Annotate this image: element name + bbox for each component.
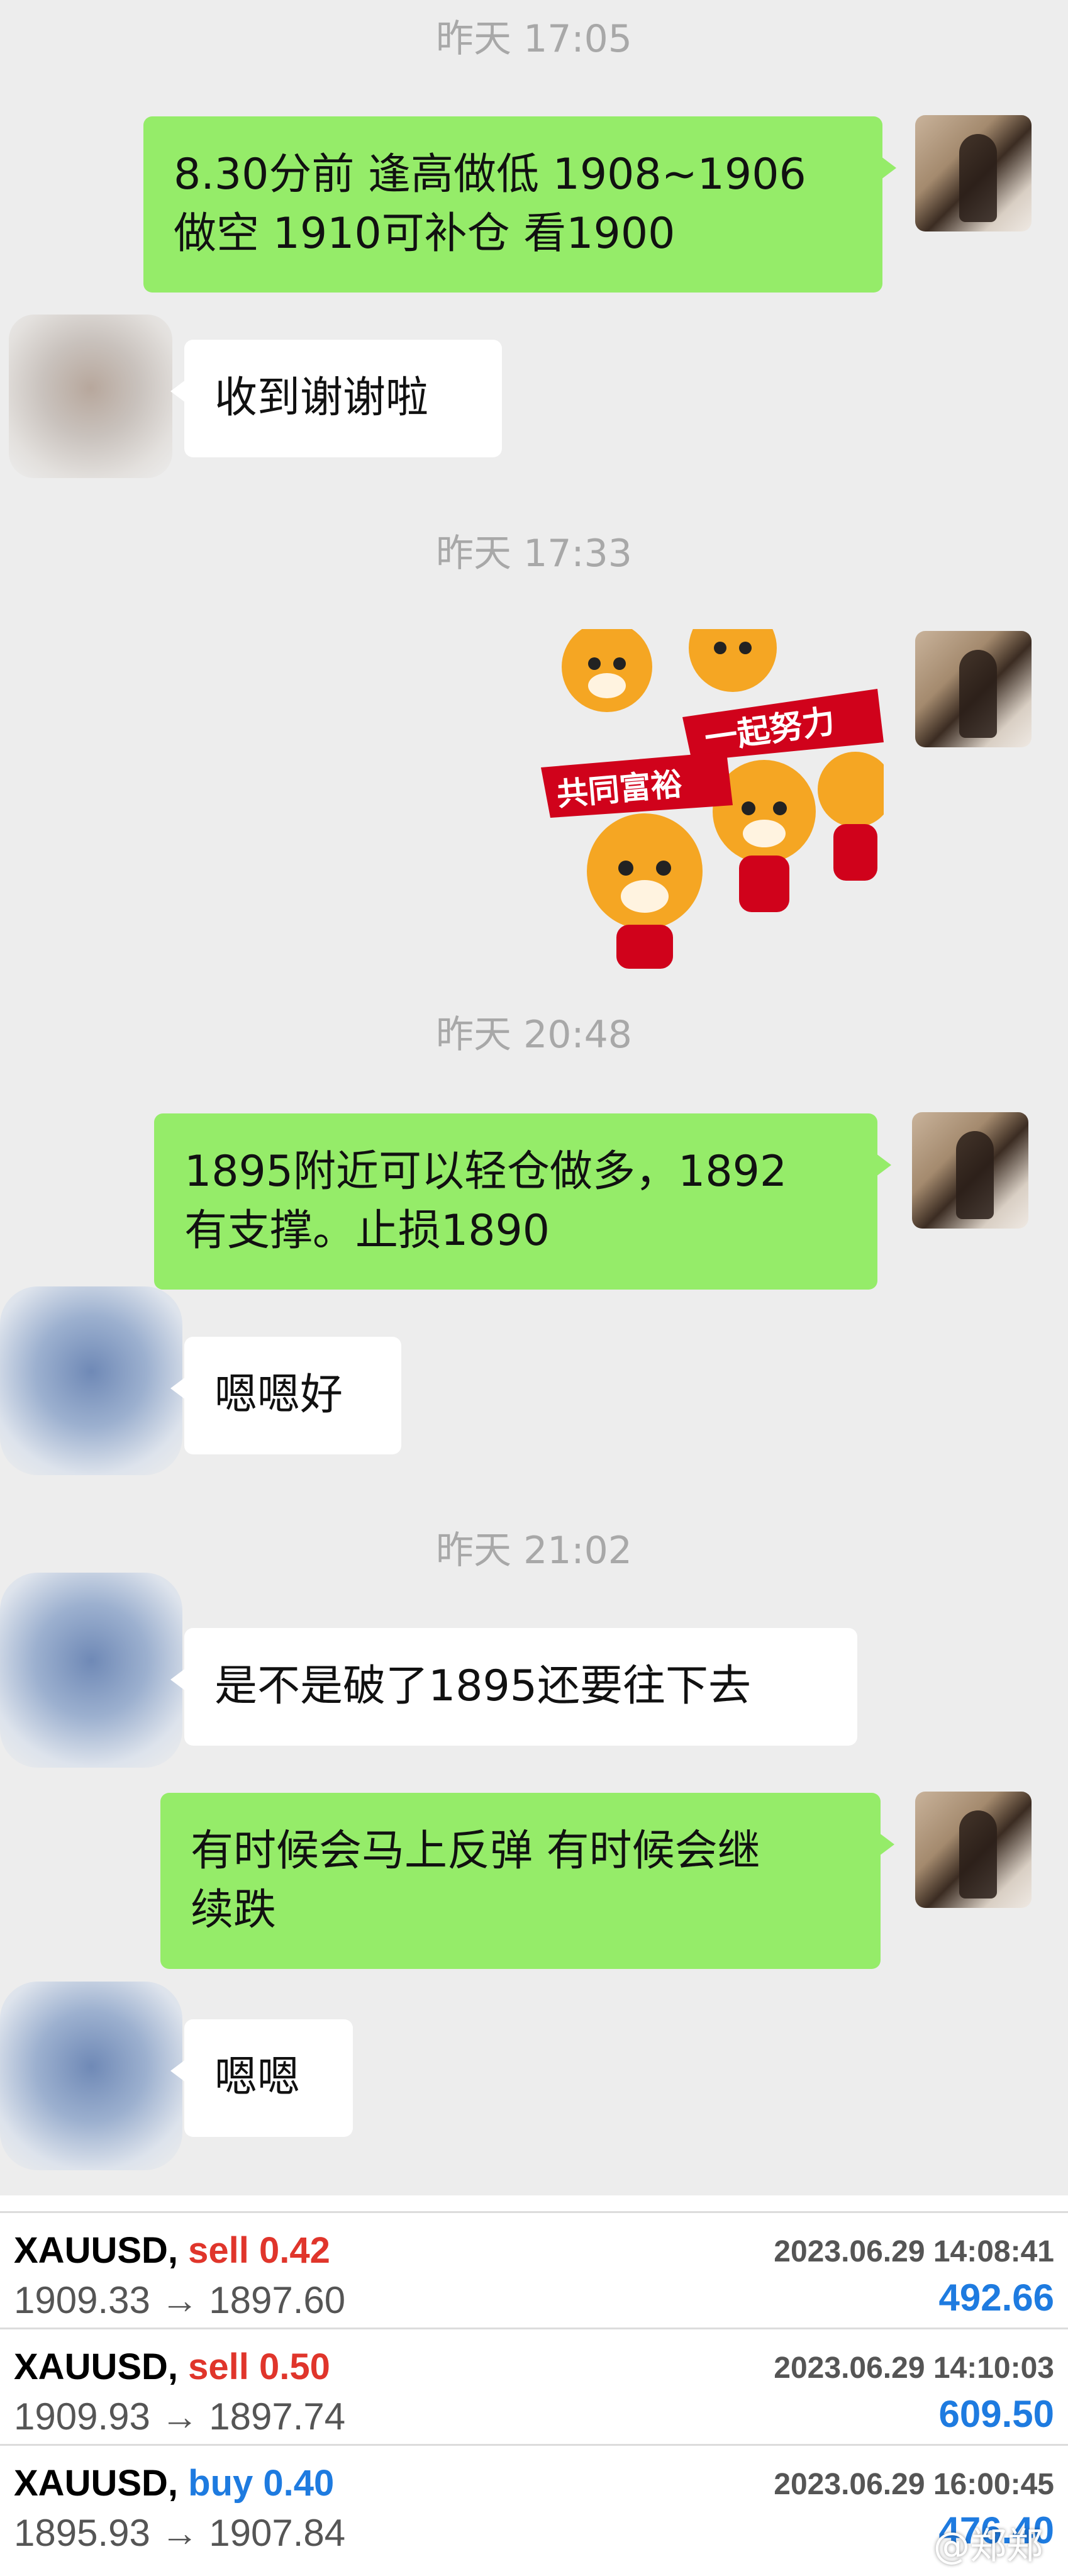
timestamp: 昨天 17:33 (436, 532, 632, 576)
trade-prices: 1909.33 → 1897.60 (14, 2278, 345, 2322)
trade-row[interactable]: XAUUSD, sell 0.50 2023.06.29 14:10:03 19… (0, 2328, 1068, 2446)
trade-volume: 0.50 (259, 2346, 330, 2387)
open-price: 1909.93 (14, 2395, 150, 2438)
message-text: 嗯嗯好 (214, 1370, 343, 1420)
trade-symbol-line: XAUUSD, sell 0.42 (14, 2229, 330, 2272)
close-price: 1897.60 (209, 2279, 346, 2321)
message-bubble-incoming[interactable]: 是不是破了1895还要往下去 (170, 1628, 857, 1746)
tiger-sticker-image: 一起努力 共同富裕 (538, 604, 893, 972)
self-avatar[interactable] (912, 1112, 1028, 1229)
trade-datetime: 2023.06.29 14:08:41 (774, 2235, 1054, 2268)
trade-symbol-line: XAUUSD, buy 0.40 (14, 2462, 334, 2504)
message-text: 做空 1910可补仓 看1900 (174, 209, 676, 259)
chat-area[interactable]: 昨天 17:05 8.30分前 逢高做低 1908~1906 做空 1910可补… (0, 0, 1068, 2195)
trade-volume: 0.42 (259, 2230, 330, 2271)
trade-side: sell (188, 2230, 249, 2271)
self-avatar[interactable] (915, 115, 1032, 231)
trade-row[interactable]: XAUUSD, buy 0.40 2023.06.29 16:00:45 189… (0, 2444, 1068, 2562)
contact-avatar[interactable] (0, 1286, 182, 1475)
message-bubble-outgoing[interactable]: 有时候会马上反弹 有时候会继 续跌 (160, 1793, 894, 1969)
message-text: 续跌 (191, 1885, 277, 1935)
message-text: 有时候会马上反弹 有时候会继 (191, 1826, 760, 1876)
arrow-icon: → (160, 2279, 199, 2321)
timestamp: 昨天 20:48 (436, 1013, 632, 1057)
close-price: 1897.74 (209, 2395, 346, 2438)
trade-datetime: 2023.06.29 14:10:03 (774, 2351, 1054, 2385)
watermark: @郑郑 (933, 2524, 1043, 2567)
trade-side: buy (188, 2463, 253, 2504)
contact-avatar[interactable] (9, 315, 172, 478)
contact-avatar[interactable] (0, 1982, 182, 2170)
trade-symbol-line: XAUUSD, sell 0.50 (14, 2346, 330, 2388)
message-bubble-outgoing[interactable]: 8.30分前 逢高做低 1908~1906 做空 1910可补仓 看1900 (143, 116, 896, 293)
trade-datetime: 2023.06.29 16:00:45 (774, 2468, 1054, 2501)
message-bubble-incoming[interactable]: 嗯嗯 (170, 2019, 353, 2137)
close-price: 1907.84 (209, 2512, 346, 2554)
trade-volume: 0.40 (263, 2463, 335, 2504)
open-price: 1909.33 (14, 2279, 150, 2321)
message-bubble-outgoing[interactable]: 1895附近可以轻仓做多，1892 有支撑。止损1890 (154, 1113, 891, 1290)
timestamp: 昨天 17:05 (436, 17, 632, 61)
contact-avatar[interactable] (0, 1573, 182, 1768)
tiger-sticker[interactable]: 一起努力 共同富裕 (538, 604, 893, 972)
trade-profit: 609.50 (938, 2393, 1054, 2435)
arrow-icon: → (160, 2395, 199, 2438)
self-avatar[interactable] (915, 631, 1032, 747)
self-avatar[interactable] (915, 1792, 1032, 1908)
timestamp: 昨天 21:02 (436, 1529, 632, 1573)
message-text: 8.30分前 逢高做低 1908~1906 (174, 150, 806, 199)
message-text: 1895附近可以轻仓做多，1892 (184, 1147, 787, 1196)
message-text: 嗯嗯 (214, 2053, 301, 2102)
trade-side: sell (188, 2346, 249, 2387)
open-price: 1895.93 (14, 2512, 150, 2554)
trade-profit: 492.66 (938, 2277, 1054, 2319)
message-bubble-incoming[interactable]: 收到谢谢啦 (170, 340, 502, 457)
message-bubble-incoming[interactable]: 嗯嗯好 (170, 1337, 401, 1454)
message-text: 收到谢谢啦 (214, 373, 429, 423)
trade-symbol: XAUUSD, (14, 2346, 179, 2387)
trade-symbol: XAUUSD, (14, 2230, 179, 2271)
trade-prices: 1895.93 → 1907.84 (14, 2511, 345, 2555)
trade-row[interactable]: XAUUSD, sell 0.42 2023.06.29 14:08:41 19… (0, 2211, 1068, 2329)
message-text: 有支撑。止损1890 (184, 1206, 550, 1256)
message-text: 是不是破了1895还要往下去 (214, 1661, 752, 1711)
arrow-icon: → (160, 2512, 199, 2554)
trade-prices: 1909.93 → 1897.74 (14, 2395, 345, 2438)
trade-symbol: XAUUSD, (14, 2463, 179, 2504)
trade-history-list: XAUUSD, sell 0.42 2023.06.29 14:08:41 19… (0, 2195, 1068, 2576)
